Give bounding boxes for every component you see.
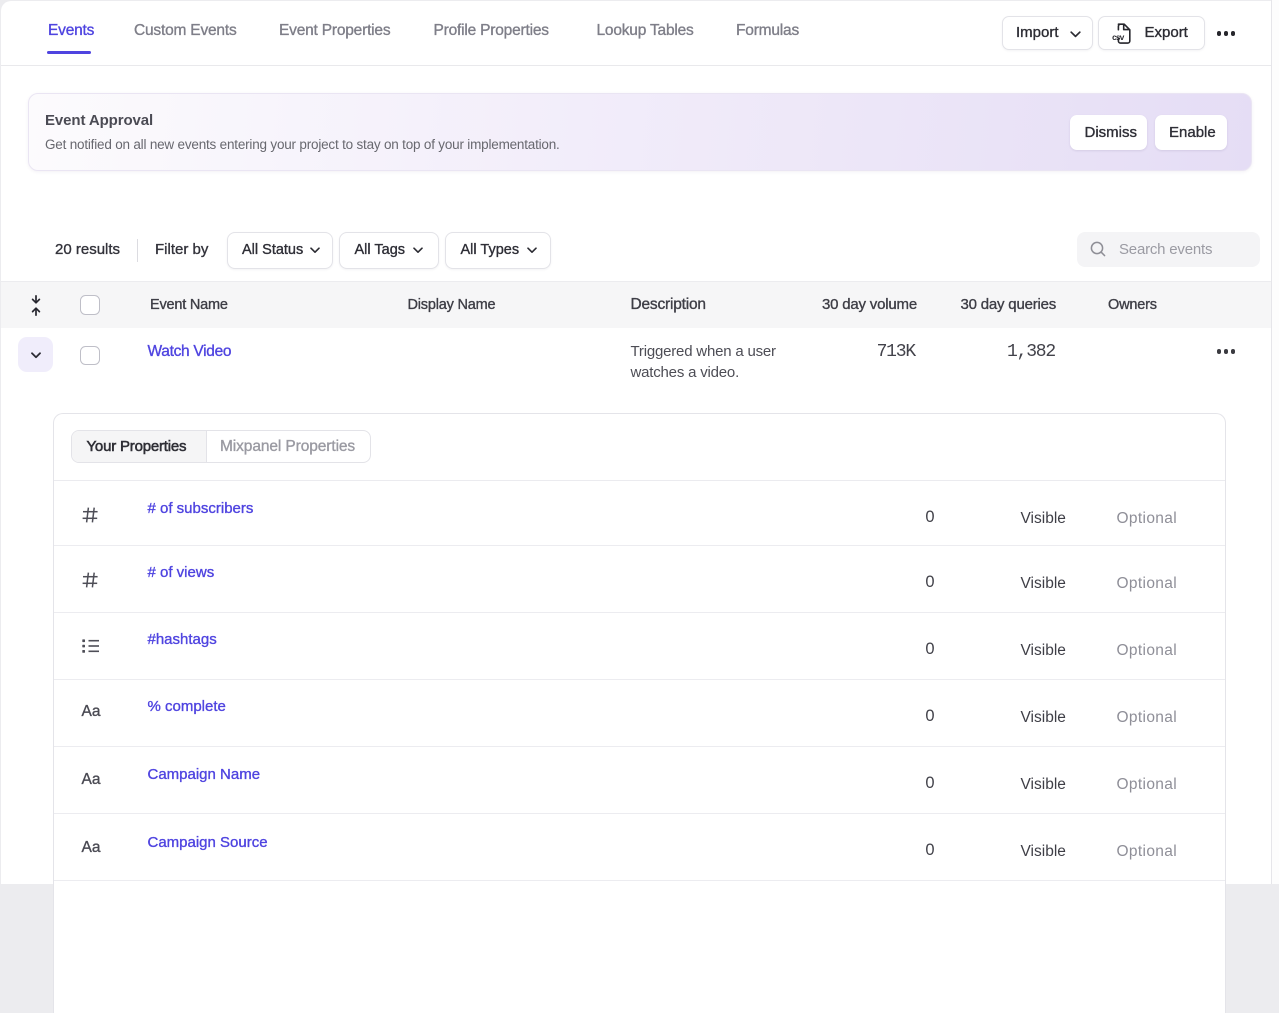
svg-text:csv: csv (1112, 33, 1125, 42)
